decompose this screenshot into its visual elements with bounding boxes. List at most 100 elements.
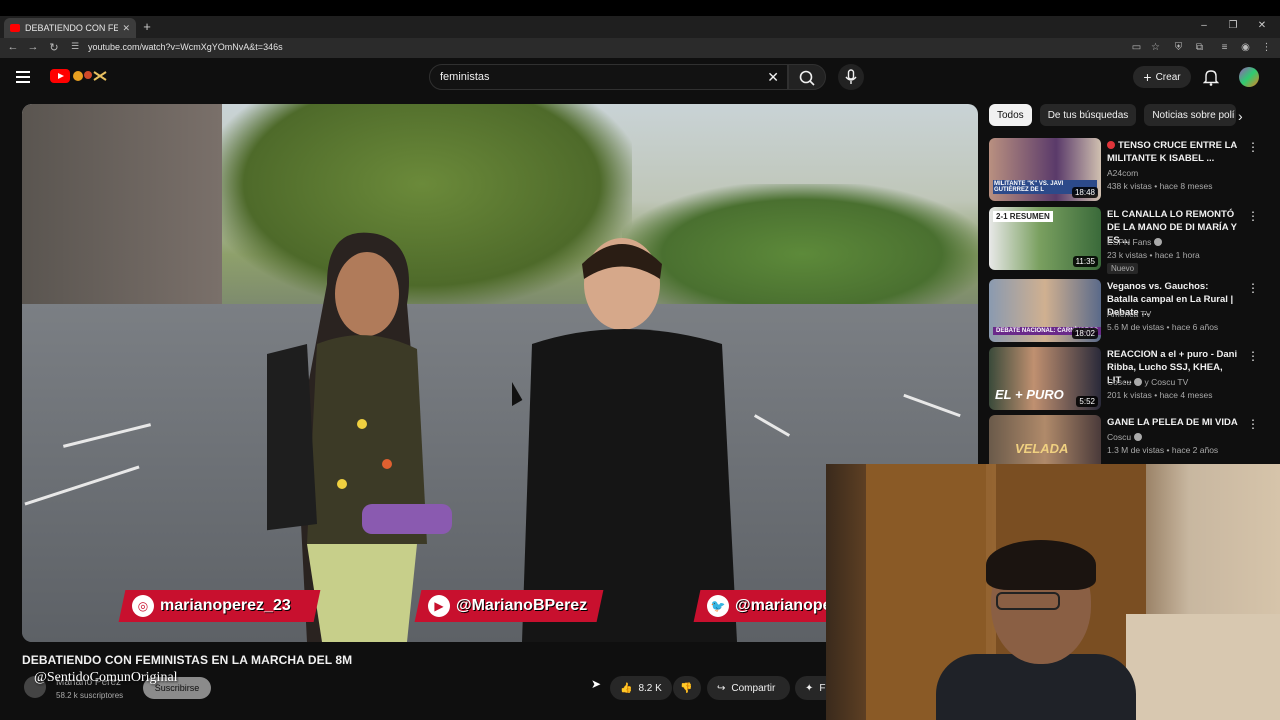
youtube-favicon-icon <box>10 24 20 32</box>
video-thumbnail[interactable]: DEBATE NACIONAL: CARNÍVOROS 18:02 <box>989 279 1101 342</box>
instagram-handle: marianoperez_23 <box>160 597 291 614</box>
recommendation-channel[interactable]: Coscu y Coscu TV <box>1107 377 1188 387</box>
chip-from-searches[interactable]: De tus búsquedas <box>1039 104 1137 126</box>
video-duration: 18:02 <box>1071 328 1098 339</box>
more-options-icon[interactable]: ⋮ <box>1247 417 1259 431</box>
voice-search-button[interactable] <box>838 64 864 90</box>
share-icon: ↪ <box>717 682 726 694</box>
recommendation-item[interactable]: EL + PURO 5:52 REACCION a el + puro - Da… <box>989 347 1265 411</box>
profile-icon[interactable]: ◉ <box>1240 42 1251 53</box>
back-icon[interactable]: ← <box>6 41 20 53</box>
recommendation-item[interactable]: MILITANTE "K" VS. JAVI GUTIÉRREZ DE L 18… <box>989 138 1265 202</box>
cast-icon[interactable]: ▭ <box>1131 42 1142 53</box>
twitter-handle: @marianope <box>735 597 832 614</box>
dislike-button[interactable]: 👎 <box>673 676 701 700</box>
site-info-icon[interactable]: ☰ <box>68 41 82 52</box>
menu-icon[interactable] <box>16 71 30 83</box>
recommendation-title[interactable]: GANE LA PELEA DE MI VIDA <box>1107 416 1239 429</box>
recommendation-channel[interactable]: ESPN Fans <box>1107 237 1163 247</box>
url-field[interactable]: youtube.com/watch?v=WcmXgYOmNvA&t=346s <box>88 42 283 52</box>
recommendation-meta: 438 k vistas • hace 8 meses <box>1107 181 1213 191</box>
tab-title: DEBATIENDO CON FEMINI <box>25 23 119 33</box>
recommendation-meta: 1.3 M de vistas • hace 2 años <box>1107 445 1219 455</box>
video-thumbnail[interactable]: 2-1 RESUMEN 11:35 <box>989 207 1101 270</box>
media-icon[interactable]: ≡ <box>1219 42 1230 53</box>
search-input[interactable]: feministas ✕ <box>429 64 788 90</box>
video-thumbnail[interactable]: VELADA <box>989 415 1101 464</box>
twitter-icon: 🐦 <box>707 595 729 617</box>
video-thumbnail[interactable]: MILITANTE "K" VS. JAVI GUTIÉRREZ DE L 18… <box>989 138 1101 201</box>
thumbs-up-icon: 👍 <box>620 682 633 694</box>
video-duration: 5:52 <box>1076 396 1098 407</box>
more-actions-button[interactable]: ✦ F <box>795 676 826 700</box>
video-woman-figure <box>267 232 452 642</box>
maximize-icon[interactable]: ❐ <box>1226 20 1240 31</box>
browser-tab[interactable]: DEBATIENDO CON FEMINI ✕ <box>4 18 136 38</box>
recommendation-item[interactable]: 2-1 RESUMEN 11:35 EL CANALLA LO REMONTÓ … <box>989 207 1265 274</box>
verified-icon <box>1134 433 1143 441</box>
extensions-icon[interactable]: ⧉ <box>1194 42 1205 53</box>
create-label: Crear <box>1155 71 1181 83</box>
youtube-handle: @MarianoBPerez <box>456 597 588 614</box>
recommendation-title[interactable]: TENSO CRUCE ENTRE LA MILITANTE K ISABEL … <box>1107 139 1239 165</box>
like-button[interactable]: 👍 8.2 K <box>610 676 672 700</box>
video-man-figure <box>512 238 737 642</box>
plus-icon: + <box>1143 69 1152 85</box>
streamer-hair <box>986 540 1096 590</box>
subscriber-count: 58.2 k suscriptores <box>56 691 124 700</box>
chevron-right-icon[interactable]: › <box>1238 108 1243 124</box>
browser-menu-icon[interactable]: ⋮ <box>1261 42 1272 53</box>
more-options-icon[interactable]: ⋮ <box>1247 349 1259 363</box>
minimize-icon[interactable]: – <box>1197 20 1211 31</box>
chip-politics-news[interactable]: Noticias sobre polí <box>1144 104 1237 126</box>
browser-tab-strip: DEBATIENDO CON FEMINI ✕ + – ❐ ✕ <box>0 16 1280 38</box>
video-thumbnail[interactable]: EL + PURO 5:52 <box>989 347 1101 410</box>
thumbnail-text: VELADA <box>1015 441 1069 456</box>
recommendation-item[interactable]: VELADA GANE LA PELEA DE MI VIDA Coscu 1.… <box>989 415 1265 464</box>
account-avatar[interactable] <box>1239 67 1259 87</box>
recommendation-meta: 5.6 M de vistas • hace 6 años <box>1107 322 1219 332</box>
webcam-overlay <box>826 464 1280 720</box>
youtube-header: feministas ✕ + Crear <box>0 58 1280 100</box>
forward-icon[interactable]: → <box>26 41 40 53</box>
verified-icon <box>1134 378 1143 386</box>
more-options-icon[interactable]: ⋮ <box>1247 209 1259 223</box>
thumbs-down-icon: 👎 <box>680 682 693 694</box>
instagram-icon: ◎ <box>132 595 154 617</box>
video-duration: 11:35 <box>1072 256 1098 267</box>
video-duration: 18:48 <box>1071 187 1098 198</box>
stream-watermark: @SentidoComunOriginal <box>34 670 178 685</box>
top-black-band <box>0 0 1280 16</box>
bookmark-star-icon[interactable]: ☆ <box>1150 42 1161 53</box>
extra-label: F <box>819 682 826 694</box>
more-options-icon[interactable]: ⋮ <box>1247 281 1259 295</box>
webcam-bed <box>1126 614 1280 720</box>
more-options-icon[interactable]: ⋮ <box>1247 140 1259 154</box>
recommendation-channel[interactable]: Coscu <box>1107 432 1143 442</box>
search-button[interactable] <box>788 64 826 90</box>
recommendation-channel[interactable]: América TV <box>1107 309 1151 319</box>
filter-chips: Todos De tus búsquedas Noticias sobre po… <box>989 104 1237 126</box>
tab-close-icon[interactable]: ✕ <box>122 23 130 34</box>
window-close-icon[interactable]: ✕ <box>1255 20 1269 31</box>
notifications-bell-icon[interactable] <box>1203 68 1219 86</box>
share-button[interactable]: ↪ Compartir <box>707 676 790 700</box>
microphone-icon <box>845 69 857 84</box>
verified-icon <box>1154 238 1163 246</box>
chip-all[interactable]: Todos <box>989 104 1032 126</box>
recommendation-item[interactable]: DEBATE NACIONAL: CARNÍVOROS 18:02 Vegano… <box>989 279 1265 343</box>
youtube-banner: ▶ @MarianoBPerez <box>414 590 604 622</box>
youtube-banner-icon: ▶ <box>428 595 450 617</box>
shield-extension-icon[interactable]: ⛨ <box>1173 42 1184 53</box>
share-label: Compartir <box>731 682 776 694</box>
streamer-glasses <box>996 592 1060 610</box>
new-badge: Nuevo <box>1107 263 1139 274</box>
youtube-logo-icon[interactable] <box>50 69 70 83</box>
reload-icon[interactable]: ↻ <box>47 41 61 54</box>
create-button[interactable]: + Crear <box>1133 66 1191 88</box>
clear-search-icon[interactable]: ✕ <box>767 69 779 86</box>
address-bar: ← → ↻ ☰ youtube.com/watch?v=WcmXgYOmNvA&… <box>0 38 1280 58</box>
recommendation-meta: 23 k vistas • hace 1 hora <box>1107 250 1200 260</box>
recommendation-channel[interactable]: A24com <box>1107 168 1138 178</box>
new-tab-icon[interactable]: + <box>140 19 154 34</box>
